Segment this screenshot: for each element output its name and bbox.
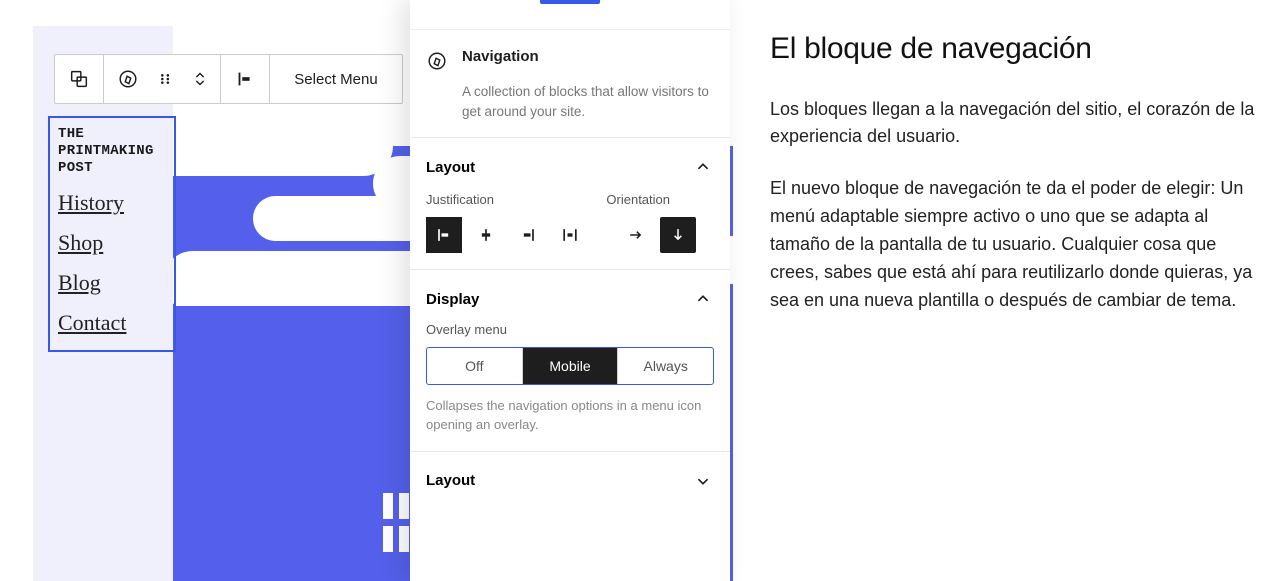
nav-item-blog[interactable]: Blog	[58, 270, 166, 296]
block-title: Navigation	[462, 48, 539, 65]
block-description: A collection of blocks that allow visito…	[462, 82, 714, 121]
panel-layout-2: Layout	[410, 452, 730, 508]
site-title: THE PRINTMAKING POST	[58, 126, 166, 176]
sidebar-tabs	[410, 0, 730, 30]
overlay-help-text: Collapses the navigation options in a me…	[426, 397, 714, 435]
orientation-label: Orientation	[606, 192, 670, 207]
overlay-mobile-button[interactable]: Mobile	[523, 348, 619, 384]
justify-space-between-button[interactable]	[552, 217, 588, 253]
compass-icon[interactable]	[110, 61, 146, 97]
article-content: El bloque de navegación Los bloques lleg…	[730, 0, 1280, 581]
nav-item-shop[interactable]: Shop	[58, 230, 166, 256]
layout-title: Layout	[426, 159, 475, 176]
overlay-menu-label: Overlay menu	[426, 322, 714, 337]
panel-layout: Layout Justification Orientation	[410, 138, 730, 270]
article-paragraph-1: Los bloques llegan a la navegación del s…	[770, 96, 1256, 152]
article-heading: El bloque de navegación	[770, 30, 1256, 68]
orientation-vertical-button[interactable]	[660, 217, 696, 253]
navigation-block[interactable]: THE PRINTMAKING POST History Shop Blog C…	[48, 116, 176, 352]
select-menu-button[interactable]: Select Menu	[276, 61, 396, 97]
justify-right-button[interactable]	[510, 217, 546, 253]
overlay-always-button[interactable]: Always	[618, 348, 713, 384]
justify-left-icon[interactable]	[227, 61, 263, 97]
overlay-off-button[interactable]: Off	[427, 348, 523, 384]
justify-left-button[interactable]	[426, 217, 462, 253]
settings-sidebar: Navigation A collection of blocks that a…	[410, 0, 730, 581]
nav-item-history[interactable]: History	[58, 190, 166, 216]
panel-display: Display Overlay menu Off Mobile Always C…	[410, 270, 730, 452]
chevron-up-icon[interactable]	[692, 156, 714, 178]
editor-canvas: Select Menu THE PRINTMAKING POST History…	[0, 0, 730, 581]
chevron-down-icon[interactable]	[692, 470, 714, 492]
tab-block-indicator[interactable]	[540, 0, 600, 4]
panel-block-description: Navigation A collection of blocks that a…	[410, 30, 730, 138]
nav-item-contact[interactable]: Contact	[58, 310, 166, 336]
compass-icon	[426, 50, 448, 72]
chevron-up-icon[interactable]	[692, 288, 714, 310]
move-arrows-icon[interactable]	[186, 61, 214, 97]
block-toolbar: Select Menu	[54, 54, 403, 104]
overlay-menu-toggle: Off Mobile Always	[426, 347, 714, 385]
display-title: Display	[426, 291, 479, 308]
layout-title-2: Layout	[426, 472, 475, 489]
group-icon[interactable]	[61, 61, 97, 97]
drag-handle-icon[interactable]	[148, 61, 184, 97]
article-paragraph-2: El nuevo bloque de navegación te da el p…	[770, 175, 1256, 314]
orientation-horizontal-button[interactable]	[618, 217, 654, 253]
justify-center-button[interactable]	[468, 217, 504, 253]
justification-label: Justification	[426, 192, 494, 207]
